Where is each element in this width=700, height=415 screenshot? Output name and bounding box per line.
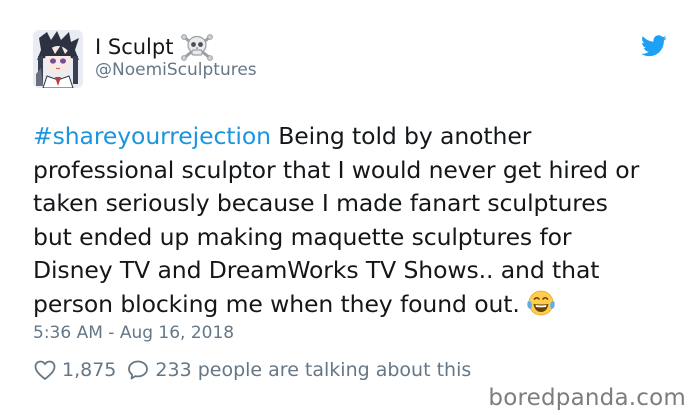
author-handle[interactable]: @NoemiSculptures [95, 60, 257, 80]
avatar[interactable] [33, 30, 83, 88]
speech-bubble-icon[interactable] [126, 358, 150, 382]
skull-and-crossbones-icon [181, 34, 214, 61]
avatar-image [33, 30, 83, 88]
twitter-bird-icon[interactable] [641, 35, 667, 57]
display-name[interactable]: I Sculpt [95, 35, 173, 59]
face-with-tears-of-joy-icon [527, 290, 555, 315]
heart-icon[interactable] [33, 358, 57, 382]
tweet-card: I Sculpt @NoemiSculptures #shareyourreje… [0, 0, 700, 415]
hashtag-link[interactable]: #shareyourrejection [33, 122, 271, 150]
tweet-line-6: person blocking me when they found out. [33, 288, 683, 322]
tweet-text: #shareyourrejection Being told by anothe… [33, 120, 683, 321]
talking-count[interactable]: 233 people are talking about this [155, 359, 471, 381]
tweet-line-5: Disney TV and DreamWorks TV Shows.. and … [33, 256, 600, 284]
tweet-line-1: #shareyourrejection Being told by anothe… [33, 122, 532, 150]
tweet-actions: 1,875 233 people are talking about this [33, 358, 471, 382]
watermark: boredpanda.com [488, 385, 686, 411]
author-name-row[interactable]: I Sculpt [95, 33, 214, 61]
tweet-line-2: professional sculptor that I would never… [33, 155, 640, 184]
tweet-timestamp[interactable]: 5:36 AM - Aug 16, 2018 [33, 323, 234, 343]
tweet-line-4: but ended up making maquette sculptures … [33, 222, 572, 251]
tweet-line-3: taken seriously because I made fanart sc… [33, 189, 608, 217]
like-count[interactable]: 1,875 [62, 359, 116, 381]
